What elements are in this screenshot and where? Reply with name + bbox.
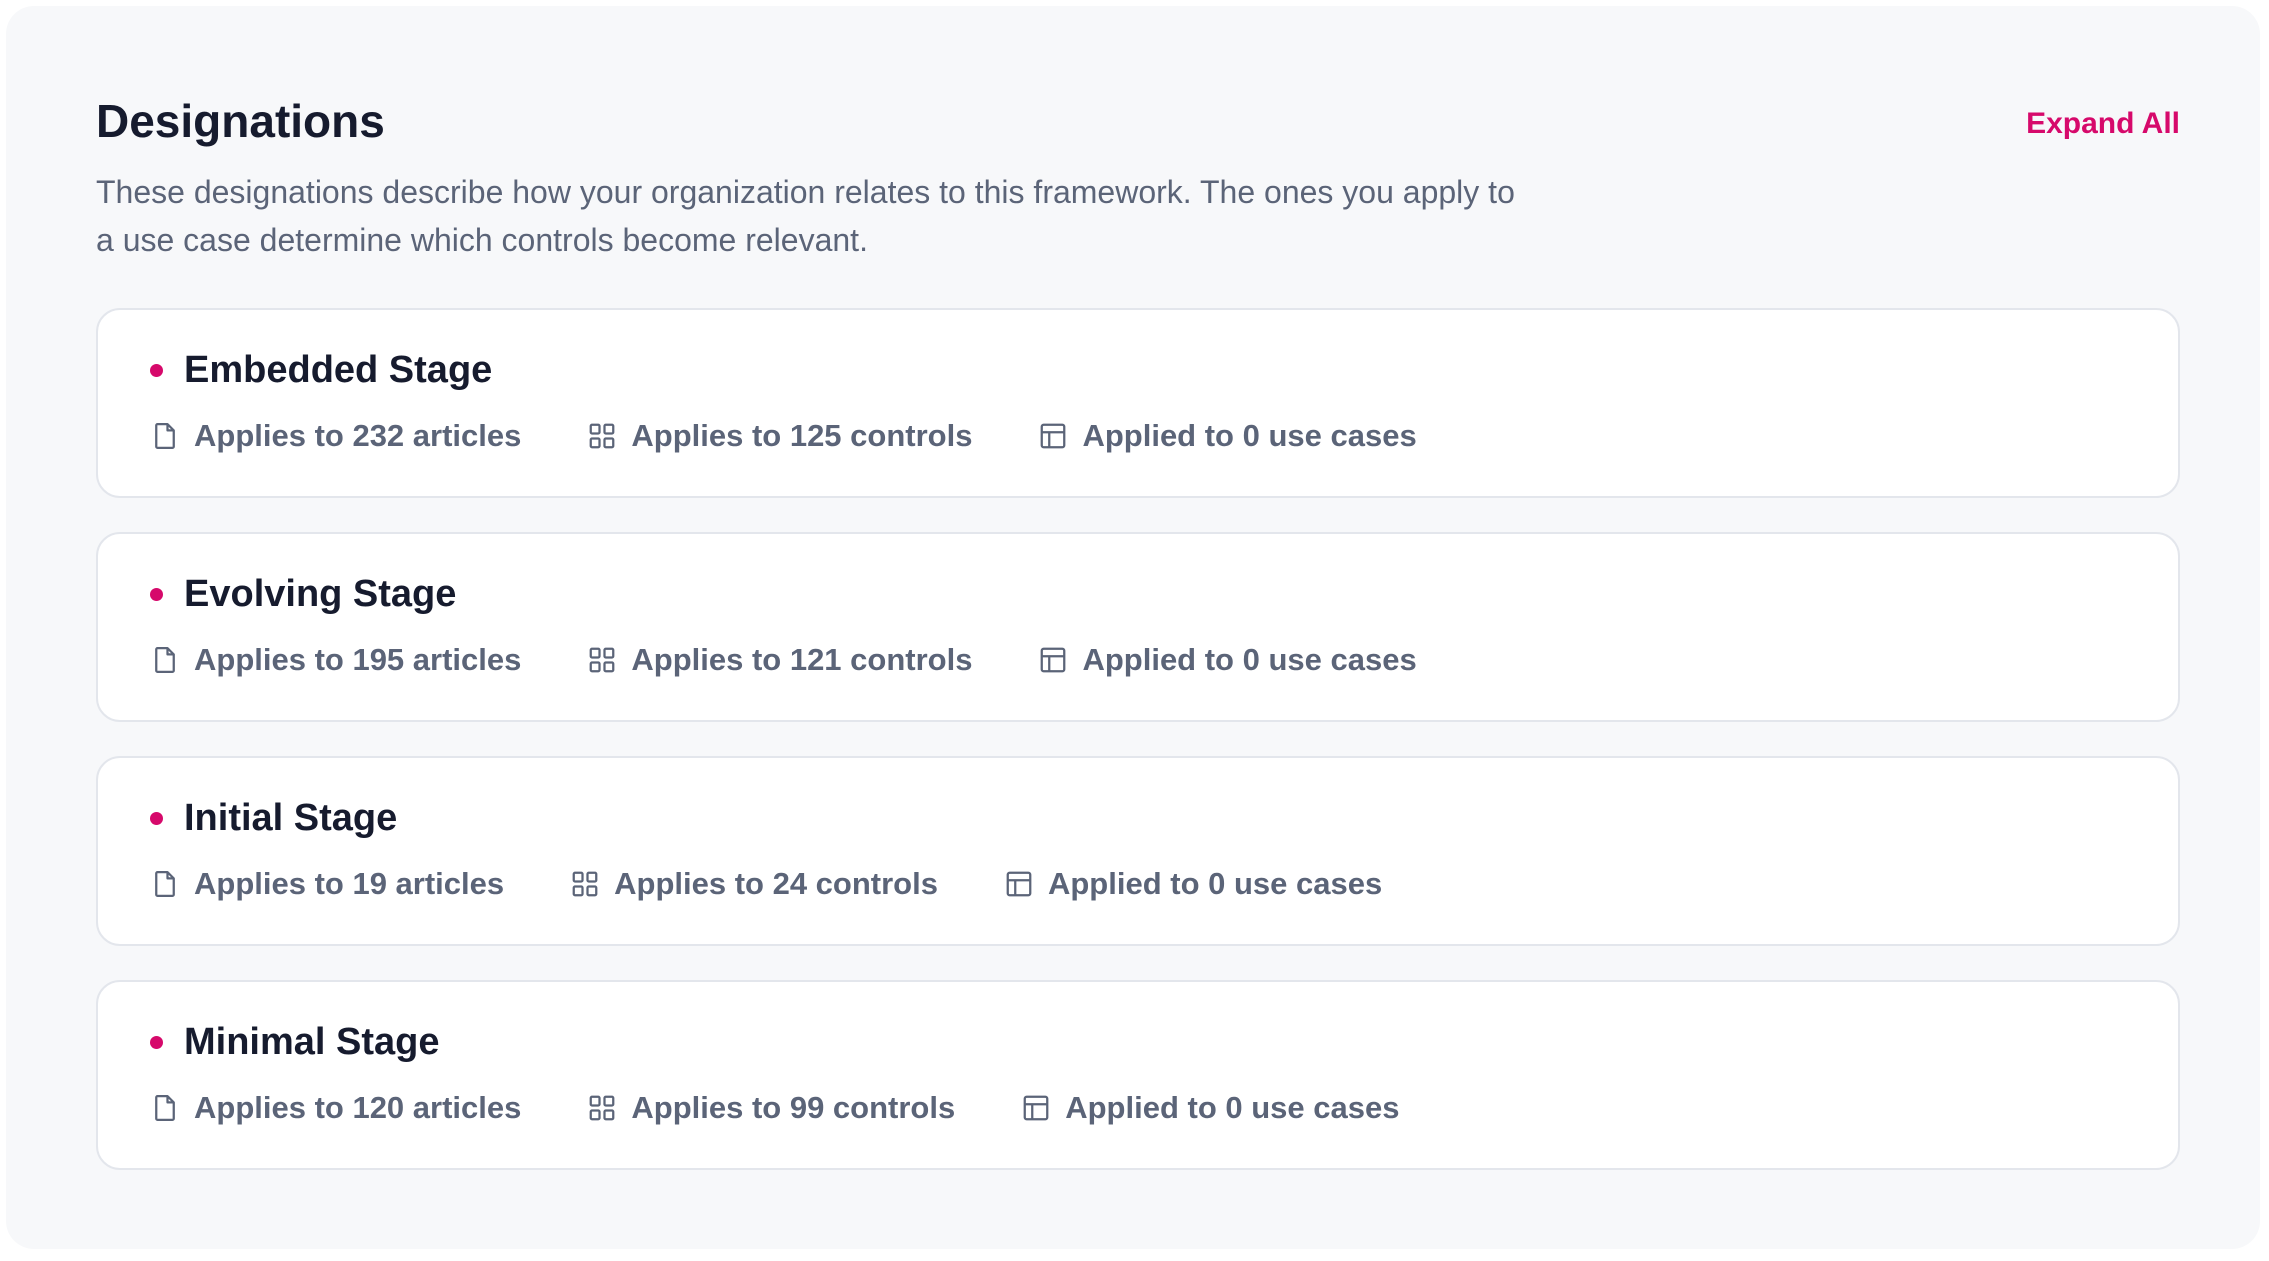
controls-count: Applies to 24 controls (570, 864, 938, 904)
articles-count: Applies to 195 articles (150, 640, 521, 680)
designation-card-minimal-stage[interactable]: Minimal Stage Applies to 120 articles Ap… (96, 980, 2180, 1170)
document-icon (155, 871, 175, 897)
designations-panel: Designations Expand All These designatio… (6, 6, 2260, 1249)
articles-count: Applies to 19 articles (150, 864, 504, 904)
use-cases-count: Applied to 0 use cases (1038, 416, 1417, 456)
designation-name: Evolving Stage (184, 573, 457, 615)
designations-header: Designations Expand All These designatio… (96, 86, 2180, 264)
designation-name: Embedded Stage (184, 349, 493, 391)
controls-count: Applies to 121 controls (587, 640, 972, 680)
layout-icon (1023, 1095, 1049, 1121)
controls-count: Applies to 125 controls (587, 416, 972, 456)
designation-card-embedded-stage[interactable]: Embedded Stage Applies to 232 articles A… (96, 308, 2180, 498)
designation-meta-row: Applies to 232 articles Applies to 125 c… (150, 412, 2126, 460)
designation-meta-row: Applies to 19 articles Applies to 24 con… (150, 860, 2126, 908)
page-description: These designations describe how your org… (96, 174, 1515, 258)
controls-count-label: Applies to 125 controls (631, 418, 973, 453)
grid-icon (590, 423, 615, 449)
page-title: Designations (96, 95, 385, 147)
status-dot-icon (150, 363, 163, 377)
designation-name: Minimal Stage (184, 1021, 440, 1063)
status-dot-icon (150, 811, 163, 825)
document-icon (155, 647, 175, 673)
controls-count: Applies to 99 controls (587, 1088, 955, 1128)
layout-icon (1041, 423, 1066, 449)
designation-meta-row: Applies to 195 articles Applies to 121 c… (150, 636, 2126, 684)
articles-count-label: Applies to 195 articles (194, 642, 522, 677)
designation-card-evolving-stage[interactable]: Evolving Stage Applies to 195 articles A… (96, 532, 2180, 722)
use-cases-count: Applied to 0 use cases (1038, 640, 1417, 680)
use-cases-count-label: Applied to 0 use cases (1047, 866, 1383, 901)
use-cases-count: Applied to 0 use cases (1004, 864, 1382, 904)
status-dot-icon (150, 1035, 163, 1049)
designation-card-initial-stage[interactable]: Initial Stage Applies to 19 articles App… (96, 756, 2180, 946)
expand-all-button[interactable]: Expand All (2026, 104, 2180, 144)
articles-count-label: Applies to 19 articles (194, 866, 505, 901)
designation-title-row: Initial Stage (150, 792, 2126, 844)
designation-list: Embedded Stage Applies to 232 articles A… (96, 308, 2180, 1204)
use-cases-count-label: Applied to 0 use cases (1082, 418, 1417, 453)
designation-title-row: Embedded Stage (150, 344, 2126, 396)
status-dot-icon (150, 587, 163, 601)
document-icon (155, 1095, 175, 1121)
designation-title-row: Minimal Stage (150, 1016, 2126, 1068)
controls-count-label: Applies to 99 controls (631, 1090, 956, 1125)
controls-count-label: Applies to 24 controls (614, 866, 938, 901)
grid-icon (590, 1095, 615, 1121)
articles-count-label: Applies to 232 articles (194, 418, 522, 453)
articles-count: Applies to 120 articles (150, 1088, 521, 1128)
articles-count: Applies to 232 articles (150, 416, 521, 456)
controls-count-label: Applies to 121 controls (631, 642, 973, 677)
grid-icon (590, 647, 615, 673)
layout-icon (1006, 871, 1032, 897)
articles-count-label: Applies to 120 articles (194, 1090, 522, 1125)
document-icon (155, 423, 175, 449)
designation-meta-row: Applies to 120 articles Applies to 99 co… (150, 1084, 2126, 1132)
grid-icon (572, 871, 598, 897)
use-cases-count: Applied to 0 use cases (1021, 1088, 1399, 1128)
designation-name: Initial Stage (184, 797, 398, 839)
layout-icon (1041, 647, 1066, 673)
use-cases-count-label: Applied to 0 use cases (1065, 1090, 1400, 1125)
designation-title-row: Evolving Stage (150, 568, 2126, 620)
use-cases-count-label: Applied to 0 use cases (1082, 642, 1417, 677)
